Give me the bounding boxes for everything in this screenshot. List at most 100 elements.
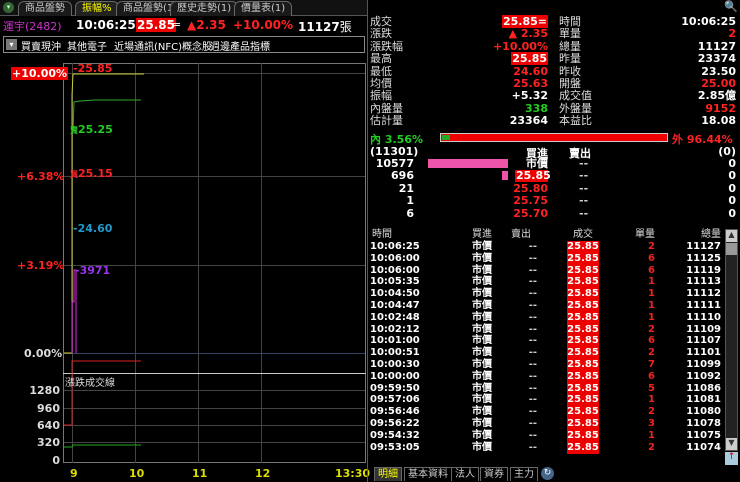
tab-major[interactable]: 主力 <box>510 467 538 481</box>
tick-cell: 09:56:22 <box>370 418 420 429</box>
tick-cell: 25.85 <box>567 241 599 253</box>
bid-volume: 1 <box>406 194 414 208</box>
tick-cell: 市價 <box>472 300 492 311</box>
quote-value: 25.85 <box>511 52 548 66</box>
tick-cell: 11078 <box>686 418 721 429</box>
x-label: 9 <box>70 467 78 480</box>
tick-cell: 2 <box>648 441 655 453</box>
tick-cell: -- <box>528 241 537 252</box>
tick-header: 單量 <box>635 229 655 240</box>
scrollbar[interactable]: ▲ ▼ <box>725 229 738 451</box>
tick-cell: 市價 <box>472 311 492 323</box>
scroll-up-icon[interactable]: ▲ <box>726 230 737 242</box>
tick-cell: 25.85 <box>567 394 599 407</box>
quote-value-wrap: 25.85= <box>470 15 548 28</box>
tick-cell: 1 <box>648 300 655 311</box>
quote-value: 9152 <box>705 101 736 115</box>
quote-label: 內盤量 <box>370 101 403 115</box>
tick-row: 10:04:47 市價 -- 25.85 1 11111 <box>368 300 728 312</box>
tick-cell: 10:06:00 <box>370 252 420 264</box>
y-label: +3.19% <box>17 259 65 272</box>
bid-price: 25.85 <box>515 169 551 183</box>
tick-row: 10:00:51 市價 -- 25.85 2 11101 <box>368 347 728 360</box>
quote-value: 2 <box>728 27 736 41</box>
quote-label: 單量 <box>559 27 581 41</box>
tick-cell: 1 <box>648 311 655 323</box>
quote-label: 時間 <box>559 15 581 28</box>
quote-label: 最高 <box>370 52 392 66</box>
refresh-icon[interactable]: ↻ <box>541 467 554 480</box>
tab-detail[interactable]: 明細 <box>374 467 402 481</box>
tick-cell: 25.85 <box>567 418 599 430</box>
tick-row: 10:06:00 市價 -- 25.85 6 11125 <box>368 252 728 265</box>
bid-marker: 買25.15 <box>70 167 113 180</box>
low-marker: -24.60 <box>73 222 113 235</box>
tick-cell: -- <box>528 252 537 264</box>
tick-cell: -- <box>528 347 537 359</box>
quote-value: 24.60 <box>513 64 548 78</box>
quote-value: 18.08 <box>701 114 736 128</box>
tick-cell: 市價 <box>472 359 492 370</box>
tick-cell: 11110 <box>686 311 721 323</box>
tick-row: 10:00:30 市價 -- 25.85 7 11099 <box>368 359 728 371</box>
tick-cell: 市價 <box>472 418 492 429</box>
quote-value-wrap: +5.32 <box>470 90 548 102</box>
quote-value: 10:06:25 <box>681 15 736 28</box>
ask-volume: 0 <box>728 157 736 170</box>
tick-cell: 11113 <box>686 276 721 288</box>
tick-cell: -- <box>528 394 537 406</box>
quote-label: 振幅 <box>370 89 392 103</box>
tick-cell: -- <box>528 382 537 394</box>
scroll-down-icon[interactable]: ▼ <box>726 438 737 450</box>
tick-cell: -- <box>528 311 537 323</box>
avg-value: 25.25 <box>78 123 113 136</box>
pin-icon[interactable]: ↑ <box>725 452 738 465</box>
bid-value: 25.15 <box>78 167 113 180</box>
bid-volume: 6 <box>406 206 414 220</box>
tick-cell: 11101 <box>686 347 721 359</box>
tick-cell: 09:57:06 <box>370 394 420 406</box>
scroll-thumb[interactable] <box>726 243 737 255</box>
tick-header: 買進 <box>472 229 492 240</box>
tick-cell: -- <box>528 264 537 276</box>
quote-label: 成交值 <box>559 89 592 103</box>
tab-margin[interactable]: 資券 <box>480 467 508 481</box>
search-icon[interactable]: 🔍 <box>724 0 738 13</box>
tick-cell: 10:06:00 <box>370 264 420 276</box>
tick-header: 賣出 <box>511 229 531 240</box>
bid-volume-bar <box>428 159 508 168</box>
tick-row: 10:00:00 市價 -- 25.85 6 11092 <box>368 370 728 383</box>
tick-cell: -- <box>528 359 537 370</box>
tick-cell: 25.85 <box>567 406 599 419</box>
tab-basic-info[interactable]: 基本資料 <box>404 467 452 481</box>
bid-price: 25.70 <box>513 206 548 220</box>
tick-cell: 10:02:12 <box>370 323 420 335</box>
tick-cell: 10:04:50 <box>370 288 420 300</box>
quote-label: 漲跌 <box>370 27 392 41</box>
tab-institutional[interactable]: 法人 <box>451 467 479 481</box>
quote-label: 昨量 <box>559 52 581 66</box>
ask-price: -- <box>579 181 589 195</box>
tick-cell: 6 <box>648 252 655 264</box>
bid-volume: 21 <box>398 181 414 195</box>
tick-cell: 2 <box>648 241 655 252</box>
y-label: +10.00% <box>11 67 69 80</box>
tick-cell: 11111 <box>686 300 721 311</box>
tick-cell: 11119 <box>686 264 721 276</box>
tick-cell: 11109 <box>686 323 721 335</box>
tick-cell: 市價 <box>472 252 492 264</box>
tick-cell: 25.85 <box>567 382 599 395</box>
inner-bar-fill <box>442 135 450 140</box>
tick-cell: 25.85 <box>567 300 599 312</box>
y-label: 0.00% <box>24 347 63 360</box>
tick-row: 10:06:00 市價 -- 25.85 6 11119 <box>368 264 728 277</box>
tick-cell: 09:54:32 <box>370 429 420 441</box>
tick-cell: 25.85 <box>567 370 599 383</box>
quote-value: 2.85億 <box>697 89 736 103</box>
tick-row: 10:06:25 市價 -- 25.85 2 11127 <box>368 241 728 253</box>
tick-cell: 09:56:46 <box>370 406 420 418</box>
tick-cell: 市價 <box>472 394 492 406</box>
tick-cell: 1 <box>648 288 655 300</box>
tick-cell: 11075 <box>686 429 721 441</box>
tick-cell: 1 <box>648 276 655 288</box>
